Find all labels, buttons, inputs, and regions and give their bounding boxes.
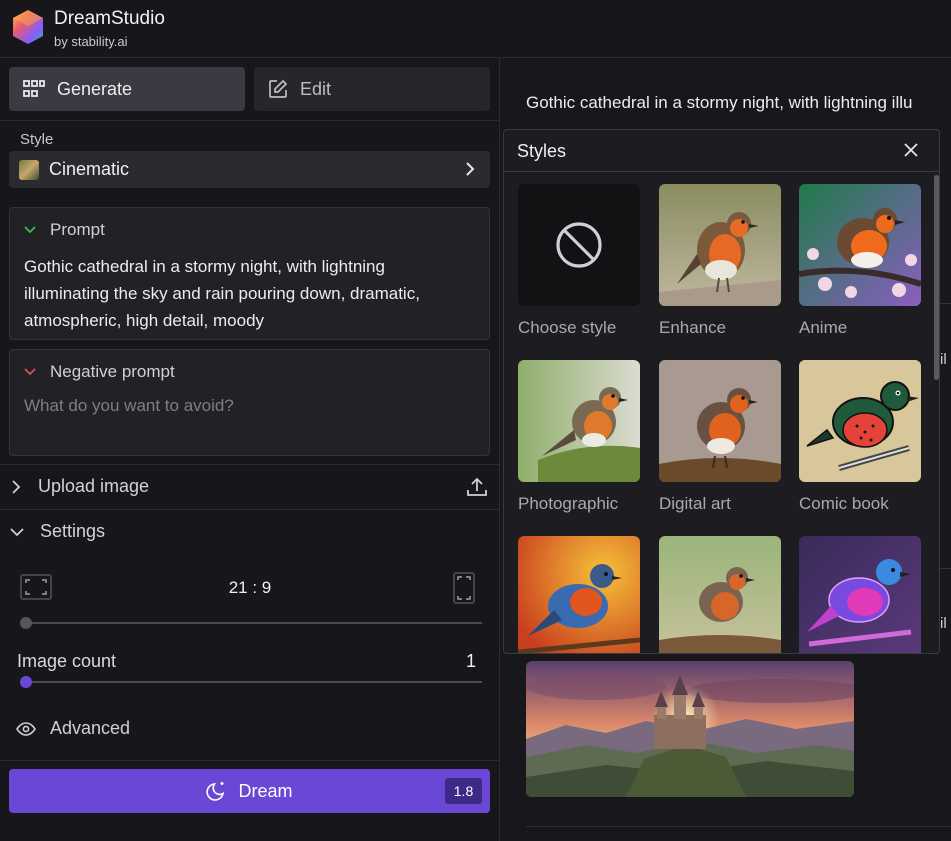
image-count-label: Image count — [17, 651, 117, 671]
tab-generate[interactable]: Generate — [9, 67, 245, 111]
tab-generate-label: Generate — [57, 78, 133, 99]
style-thumbnail — [19, 159, 39, 180]
styles-popover-header: Styles — [504, 130, 939, 172]
advanced-toggle[interactable]: Advanced — [16, 718, 130, 739]
style-option-enhance[interactable] — [659, 184, 781, 306]
eye-icon — [16, 721, 36, 736]
negative-prompt-header[interactable]: Negative prompt — [24, 362, 175, 382]
dream-button-label: Dream — [238, 780, 293, 801]
aspect-portrait-icon[interactable] — [453, 572, 475, 604]
result-edge-text: il — [940, 351, 947, 368]
chevron-down-icon — [24, 368, 36, 376]
style-option[interactable] — [799, 536, 921, 653]
aspect-ratio-slider[interactable] — [20, 622, 482, 624]
brand-subtitle: by stability.ai — [54, 34, 128, 49]
style-selector[interactable]: Cinematic — [9, 151, 490, 188]
result-edge-text: il — [940, 615, 947, 632]
upload-image-label: Upload image — [38, 476, 150, 496]
negative-prompt-input[interactable] — [24, 396, 474, 416]
tab-edit[interactable]: Edit — [254, 67, 490, 111]
moon-icon — [206, 782, 225, 801]
style-option-anime[interactable] — [799, 184, 921, 306]
style-label: Style — [20, 131, 54, 148]
divider — [526, 826, 951, 827]
aspect-ratio-value: 21 : 9 — [228, 578, 272, 597]
dreamstudio-logo-icon — [13, 10, 43, 44]
prompt-header[interactable]: Prompt — [24, 220, 105, 240]
castle-landscape-image — [526, 661, 854, 797]
image-count-slider-thumb[interactable] — [20, 676, 32, 688]
style-option-label: Comic book — [799, 494, 889, 513]
generate-sidebar: Generate Edit Style Cinematic Prompt Got… — [0, 58, 500, 841]
advanced-label: Advanced — [50, 718, 131, 738]
divider — [0, 509, 499, 510]
chevron-down-icon — [10, 527, 24, 536]
result-image-castle[interactable] — [526, 661, 854, 797]
negative-prompt-heading: Negative prompt — [50, 362, 175, 381]
styles-popover: Styles Choose style Enhance Anime Photog… — [503, 129, 940, 654]
aspect-ratio-slider-thumb[interactable] — [20, 617, 32, 629]
credit-cost-badge: 1.8 — [445, 778, 482, 804]
robin-fantasy-image — [518, 536, 640, 653]
style-option[interactable] — [659, 536, 781, 653]
prompt-heading: Prompt — [50, 220, 105, 239]
style-option-none[interactable] — [518, 184, 640, 306]
style-selected-value: Cinematic — [49, 159, 130, 179]
divider — [0, 120, 499, 121]
robin-digital-art-image — [659, 360, 781, 482]
dream-button[interactable]: Dream 1.8 — [9, 769, 490, 813]
prompt-box[interactable]: Prompt Gothic cathedral in a stormy nigh… — [9, 207, 490, 340]
edit-icon — [269, 79, 288, 98]
settings-label: Settings — [40, 521, 106, 541]
styles-title: Styles — [517, 141, 567, 161]
chevron-down-icon — [24, 226, 36, 234]
style-option-label: Photographic — [518, 494, 619, 513]
prompt-input[interactable]: Gothic cathedral in a stormy night, with… — [24, 253, 474, 334]
negative-prompt-box[interactable]: Negative prompt — [9, 349, 490, 456]
aspect-landscape-icon[interactable] — [20, 574, 52, 600]
robin-enhance-image — [659, 184, 781, 306]
robin-analog-image — [659, 536, 781, 653]
divider — [0, 760, 499, 761]
image-count-slider[interactable] — [20, 681, 482, 683]
robin-comic-book-image — [799, 360, 921, 482]
grid-icon — [23, 80, 45, 97]
app-header: DreamStudio by stability.ai — [0, 0, 951, 58]
brand-name: DreamStudio — [54, 8, 165, 29]
no-style-icon — [556, 222, 602, 268]
style-option-label: Choose style — [518, 318, 617, 337]
settings-toggle[interactable]: Settings — [10, 521, 105, 542]
style-option-photographic[interactable] — [518, 360, 640, 482]
image-count-value: 1 — [466, 651, 477, 671]
style-option-comic-book[interactable] — [799, 360, 921, 482]
chevron-right-icon — [12, 479, 21, 494]
robin-neon-punk-image — [799, 536, 921, 653]
tab-edit-label: Edit — [300, 78, 332, 99]
style-option-label: Anime — [799, 318, 848, 337]
divider — [0, 464, 499, 465]
upload-icon[interactable] — [466, 476, 488, 498]
chevron-right-icon — [466, 162, 475, 176]
robin-anime-image — [799, 184, 921, 306]
styles-scrollbar[interactable] — [934, 175, 939, 380]
style-option[interactable] — [518, 536, 640, 653]
style-option-label: Digital art — [659, 494, 731, 513]
upload-image-toggle[interactable]: Upload image — [10, 476, 149, 497]
robin-photographic-image — [518, 360, 640, 482]
style-option-label: Enhance — [659, 318, 727, 337]
result-prompt-text: Gothic cathedral in a stormy night, with… — [526, 93, 913, 112]
close-icon[interactable] — [903, 142, 919, 158]
style-option-digital-art[interactable] — [659, 360, 781, 482]
